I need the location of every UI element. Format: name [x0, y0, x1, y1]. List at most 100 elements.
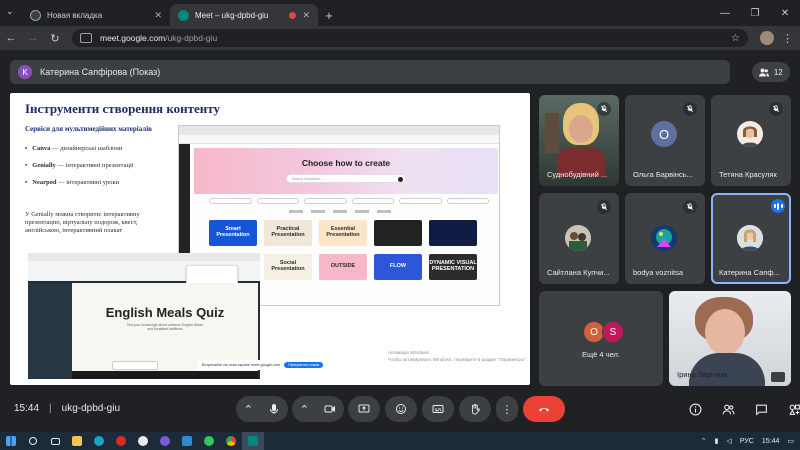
viber-icon[interactable]	[154, 432, 176, 450]
camera-control[interactable]: ⌃	[292, 396, 344, 422]
more-participants-label: Ещё 4 чел.	[582, 350, 620, 359]
reload-icon[interactable]: ↻	[44, 32, 66, 45]
activities-icon[interactable]	[787, 402, 800, 416]
close-window-icon[interactable]: ✕	[770, 8, 800, 19]
tab-search-icon[interactable]: ⌄	[6, 6, 14, 17]
browser-toolbar: ← → ↻ meet.google.com/ukg-dpbd-giu ☆ ⋮	[0, 26, 800, 50]
windows-activation-watermark: Активація Windows Чтобы активировать Win…	[388, 350, 527, 362]
keyboard-language[interactable]: РУС	[740, 438, 754, 445]
raise-hand-button[interactable]	[459, 396, 491, 422]
chat-icon[interactable]	[754, 402, 768, 416]
camera-icon[interactable]	[324, 403, 336, 415]
template-card: Practical Presentation	[264, 220, 312, 246]
list-item: • Genially — інтерактивні презентації	[25, 162, 134, 170]
hand-icon	[472, 403, 480, 415]
tab-title: Новая вкладка	[47, 10, 103, 20]
task-view-icon[interactable]	[44, 432, 66, 450]
participant-tile[interactable]: Сайтлана Купчи...	[539, 193, 619, 284]
taskbar-search-icon[interactable]	[22, 432, 44, 450]
template-card: DYNAMIC VISUAL PRESENTATION	[429, 254, 477, 280]
back-icon[interactable]: ←	[0, 32, 22, 44]
browser-menu-icon[interactable]: ⋮	[782, 32, 793, 45]
edge-icon[interactable]	[88, 432, 110, 450]
participant-name: bodya voznitsa	[633, 268, 684, 277]
more-participants-tile[interactable]: О S Ещё 4 чел.	[539, 291, 663, 386]
slide-subtitle: Сервіси для мультимедійних матеріалів	[25, 125, 152, 133]
more-options-button[interactable]: ⋮	[496, 396, 518, 422]
leave-call-button[interactable]	[523, 396, 565, 422]
windows-start-icon[interactable]	[0, 432, 22, 450]
bullet-desc: — дизайнерські шаблони	[51, 145, 123, 152]
profile-avatar[interactable]	[760, 31, 774, 45]
quiz-subtitle: Test your knowledge about common English…	[126, 323, 204, 332]
participant-tile[interactable]: Катерина Сапф...	[711, 193, 791, 284]
site-info-icon[interactable]	[80, 33, 92, 43]
participant-tile[interactable]: bodya voznitsa	[625, 193, 705, 284]
avatar	[565, 225, 591, 251]
participant-tile[interactable]: О Ольга Барвінсь...	[625, 95, 705, 186]
speaking-indicator-icon	[771, 199, 785, 213]
minimize-icon[interactable]: —	[710, 8, 740, 19]
search-icon	[398, 176, 403, 182]
tab-new-tab[interactable]: Новая вкладка ✕	[22, 4, 170, 26]
bookmark-star-icon[interactable]: ☆	[731, 33, 740, 44]
template-card: Essential Presentation	[319, 220, 367, 246]
participant-tile[interactable]: Ірина Зарічнак	[669, 291, 791, 386]
participants-button[interactable]: 12	[752, 62, 790, 82]
windows-taskbar: ⌃ ▮ ◁ РУС 15:44 ▭	[0, 432, 800, 450]
avatar	[737, 225, 763, 251]
participant-name: Сайтлана Купчи...	[547, 268, 610, 277]
new-tab-button[interactable]: +	[318, 4, 340, 26]
mic-options-chevron-icon[interactable]: ⌃	[244, 403, 253, 416]
app-window: ⌄ Новая вкладка ✕ Meet – ukg-dpbd-giu ✕ …	[0, 0, 800, 450]
presenter-banner: K Катерина Сапфірова (Показ)	[10, 60, 730, 84]
template-card: FLOW	[374, 254, 422, 280]
tray-chevron-icon[interactable]: ⌃	[701, 437, 707, 445]
tab-title: Meet – ukg-dpbd-giu	[195, 10, 269, 20]
notifications-icon[interactable]: ▭	[787, 437, 794, 445]
participant-tile[interactable]: Тетяна Красуляк	[711, 95, 791, 186]
explorer-icon[interactable]	[66, 432, 88, 450]
genially-filter-chips	[209, 198, 489, 206]
network-icon[interactable]: ▮	[715, 437, 719, 445]
template-card: Social Presentation	[264, 254, 312, 280]
emoji-icon	[396, 404, 406, 414]
reactions-button[interactable]	[385, 396, 417, 422]
yandex-icon[interactable]	[132, 432, 154, 450]
forward-icon[interactable]: →	[22, 32, 44, 44]
url-host: meet.google.com	[100, 33, 166, 43]
tab-meet[interactable]: Meet – ukg-dpbd-giu ✕	[170, 4, 318, 26]
people-icon	[759, 68, 770, 76]
microphone-control[interactable]: ⌃	[236, 396, 288, 422]
maximize-icon[interactable]: ❐	[740, 8, 770, 19]
volume-icon[interactable]: ◁	[726, 437, 731, 445]
chrome-taskbar-icon[interactable]	[220, 432, 242, 450]
captions-button[interactable]	[422, 396, 454, 422]
muted-mic-icon	[683, 200, 697, 214]
video-status-icon	[771, 372, 785, 382]
opera-icon[interactable]	[110, 432, 132, 450]
microphone-icon[interactable]	[268, 403, 280, 415]
genially-search: Search templates...	[286, 174, 406, 183]
address-bar[interactable]: meet.google.com/ukg-dpbd-giu ☆	[72, 29, 748, 47]
camera-options-chevron-icon[interactable]: ⌃	[300, 403, 309, 416]
template-card	[374, 220, 422, 246]
meeting-code: ukg-dpbd-giu	[61, 403, 121, 414]
meet-taskbar-icon[interactable]	[242, 432, 264, 450]
participant-tile[interactable]: Суднобудівний ...	[539, 95, 619, 186]
present-screen-button[interactable]	[348, 396, 380, 422]
muted-mic-icon	[683, 102, 697, 116]
participant-count: 12	[773, 67, 783, 77]
media-icon[interactable]	[176, 432, 198, 450]
genially-hero: Choose how to create Search templates...	[194, 148, 498, 194]
list-item: • Canva — дизайнерські шаблони	[25, 145, 123, 152]
people-panel-icon[interactable]	[721, 402, 735, 416]
close-tab-icon[interactable]: ✕	[154, 10, 162, 21]
quiz-title: English Meals Quiz	[105, 305, 225, 320]
meeting-details-icon[interactable]	[688, 402, 702, 416]
stop-share-label: Прекратить показ	[284, 362, 324, 368]
whatsapp-icon[interactable]	[198, 432, 220, 450]
close-tab-icon[interactable]: ✕	[302, 10, 310, 21]
taskbar-clock[interactable]: 15:44	[762, 438, 780, 445]
chrome-icon	[30, 9, 41, 21]
